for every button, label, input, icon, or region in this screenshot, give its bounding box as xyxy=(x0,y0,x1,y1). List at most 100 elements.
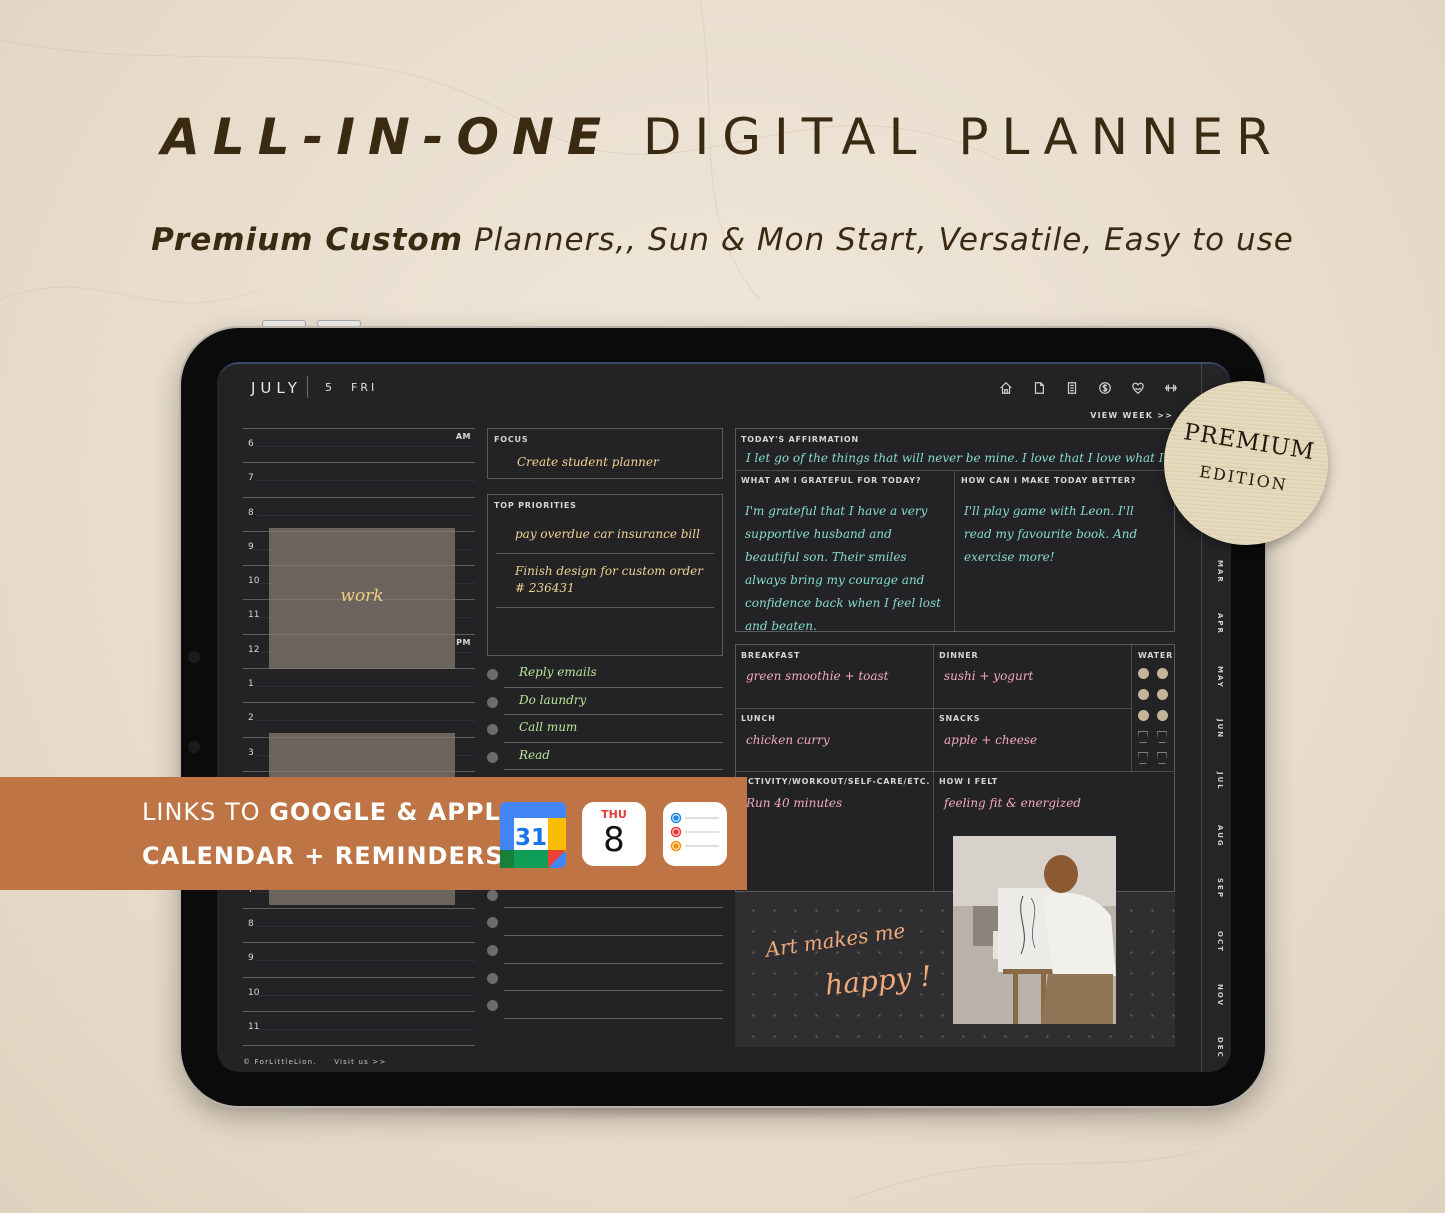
google-calendar-icon[interactable]: 31 xyxy=(500,802,566,868)
water-glass-filled[interactable] xyxy=(1138,689,1149,700)
month-tab[interactable]: DEC xyxy=(1210,1037,1224,1059)
focus-value[interactable]: Create student planner xyxy=(517,455,659,469)
schedule-block[interactable]: work xyxy=(269,528,455,669)
camera-icon xyxy=(188,651,200,663)
checkbox-icon[interactable] xyxy=(487,724,498,736)
apple-calendar-icon[interactable]: THU 8 xyxy=(582,802,646,866)
breakfast-value[interactable]: green smoothie + toast xyxy=(746,669,889,683)
water-glass-empty[interactable] xyxy=(1157,752,1167,764)
schedule-end-line xyxy=(243,1045,475,1047)
checkbox-icon[interactable] xyxy=(487,669,498,680)
month-tab[interactable]: MAY xyxy=(1210,666,1224,689)
hour-row[interactable]: 7 xyxy=(243,462,475,496)
day-number: 5 xyxy=(325,381,332,394)
hour-row[interactable]: 2 xyxy=(243,702,475,736)
todo-text[interactable]: Read xyxy=(519,748,550,762)
divider xyxy=(1131,645,1132,771)
water-glass-filled[interactable] xyxy=(1157,710,1168,721)
hour-row[interactable]: 6 xyxy=(243,428,475,462)
hour-label: 9 xyxy=(248,541,254,552)
affirmation-value[interactable]: I let go of the things that will never b… xyxy=(746,451,1192,465)
checkbox-icon[interactable] xyxy=(487,972,498,984)
half-hour-line xyxy=(257,994,475,996)
priority-divider xyxy=(496,553,714,554)
grateful-label: WHAT AM I GRATEFUL FOR TODAY? xyxy=(741,476,922,485)
notes-icon[interactable] xyxy=(1064,380,1080,396)
month-tab[interactable]: APR xyxy=(1210,613,1224,635)
artist-photo[interactable] xyxy=(953,836,1116,1024)
hour-row[interactable]: 11 xyxy=(243,1011,475,1045)
priority-item[interactable]: Finish design for custom order # 236431 xyxy=(515,563,705,597)
subheadline-bold: Premium Custom xyxy=(151,222,464,258)
month-tab[interactable]: JUL xyxy=(1210,772,1224,791)
hour-row[interactable]: 1 xyxy=(243,668,475,702)
hour-row[interactable]: 8 xyxy=(243,908,475,942)
heart-icon[interactable] xyxy=(1130,380,1146,396)
water-glass-filled[interactable] xyxy=(1157,668,1168,679)
visit-us-link[interactable]: Visit us >> xyxy=(334,1058,386,1066)
felt-value[interactable]: feeling fit & energized xyxy=(944,796,1081,810)
hour-label: 8 xyxy=(248,507,254,518)
header-divider xyxy=(307,376,308,398)
todo-item[interactable] xyxy=(487,908,723,936)
hour-label: 10 xyxy=(248,987,260,998)
hour-row[interactable]: 10 xyxy=(243,976,475,1011)
view-week-link[interactable]: VIEW WEEK >> xyxy=(1090,411,1173,420)
water-glass-empty[interactable] xyxy=(1157,731,1167,743)
water-glass-filled[interactable] xyxy=(1138,710,1149,721)
half-hour-line xyxy=(257,686,475,688)
water-glass-filled[interactable] xyxy=(1157,689,1168,700)
half-hour-line xyxy=(257,960,475,962)
home-icon[interactable] xyxy=(998,380,1014,396)
dumbbell-icon[interactable] xyxy=(1163,380,1179,396)
month-tab[interactable]: SEP xyxy=(1210,878,1224,899)
todo-item[interactable] xyxy=(487,964,723,992)
document-icon[interactable] xyxy=(1031,380,1047,396)
sensor-icon xyxy=(188,741,200,753)
month-tab[interactable]: NOV xyxy=(1210,984,1224,1007)
water-glass-empty[interactable] xyxy=(1138,731,1148,743)
checkbox-icon[interactable] xyxy=(487,696,498,708)
activity-value[interactable]: Run 40 minutes xyxy=(746,796,842,810)
snacks-value[interactable]: apple + cheese xyxy=(944,733,1037,747)
volume-button xyxy=(318,321,360,326)
todo-item[interactable] xyxy=(487,936,723,964)
month-tab[interactable]: OCT xyxy=(1210,931,1224,953)
schedule-block-label: work xyxy=(340,586,384,606)
month-tab[interactable]: MAR xyxy=(1210,560,1224,584)
hour-row[interactable]: 9 xyxy=(243,942,475,976)
todo-text[interactable]: Do laundry xyxy=(519,693,586,707)
todo-item[interactable]: Call mum xyxy=(487,715,723,743)
todo-item[interactable]: Do laundry xyxy=(487,688,723,716)
dinner-value[interactable]: sushi + yogurt xyxy=(944,669,1033,683)
checkbox-icon[interactable] xyxy=(487,1000,498,1012)
todo-text[interactable]: Call mum xyxy=(519,720,577,734)
todo-item[interactable]: Reply emails xyxy=(487,660,723,688)
water-glass-filled[interactable] xyxy=(1138,668,1149,679)
month-label[interactable]: JULY xyxy=(251,379,302,397)
activity-label: ACTIVITY/WORKOUT/SELF-CARE/ETC. xyxy=(741,777,931,786)
priority-item[interactable]: pay overdue car insurance bill xyxy=(515,527,700,541)
todo-item[interactable] xyxy=(487,991,723,1019)
todo-text[interactable]: Reply emails xyxy=(519,665,597,679)
hour-row[interactable]: 8 xyxy=(243,496,475,531)
apple-reminders-icon[interactable] xyxy=(663,802,727,866)
half-hour-line xyxy=(257,446,475,447)
checkbox-icon[interactable] xyxy=(487,945,498,956)
checkbox-icon[interactable] xyxy=(487,917,498,929)
headline-bold: ALL-IN-ONE xyxy=(161,108,615,166)
todo-item[interactable]: Read xyxy=(487,743,723,771)
water-glass-empty[interactable] xyxy=(1138,752,1148,764)
month-tab[interactable]: AUG xyxy=(1210,825,1224,848)
focus-box[interactable]: FOCUS Create student planner xyxy=(487,428,723,479)
better-value[interactable]: I'll play game with Leon. I'll read my f… xyxy=(964,500,1164,569)
grateful-value[interactable]: I'm grateful that I have a very supporti… xyxy=(745,500,945,638)
lunch-value[interactable]: chicken curry xyxy=(746,733,830,747)
dollar-icon[interactable] xyxy=(1097,380,1113,396)
checkbox-icon[interactable] xyxy=(487,751,498,763)
checkbox-icon[interactable] xyxy=(487,889,498,901)
mood-text-line1: Art makes me xyxy=(764,918,907,962)
nav-icons xyxy=(998,380,1179,396)
lunch-label: LUNCH xyxy=(741,714,776,723)
month-tab[interactable]: JUN xyxy=(1210,719,1224,739)
